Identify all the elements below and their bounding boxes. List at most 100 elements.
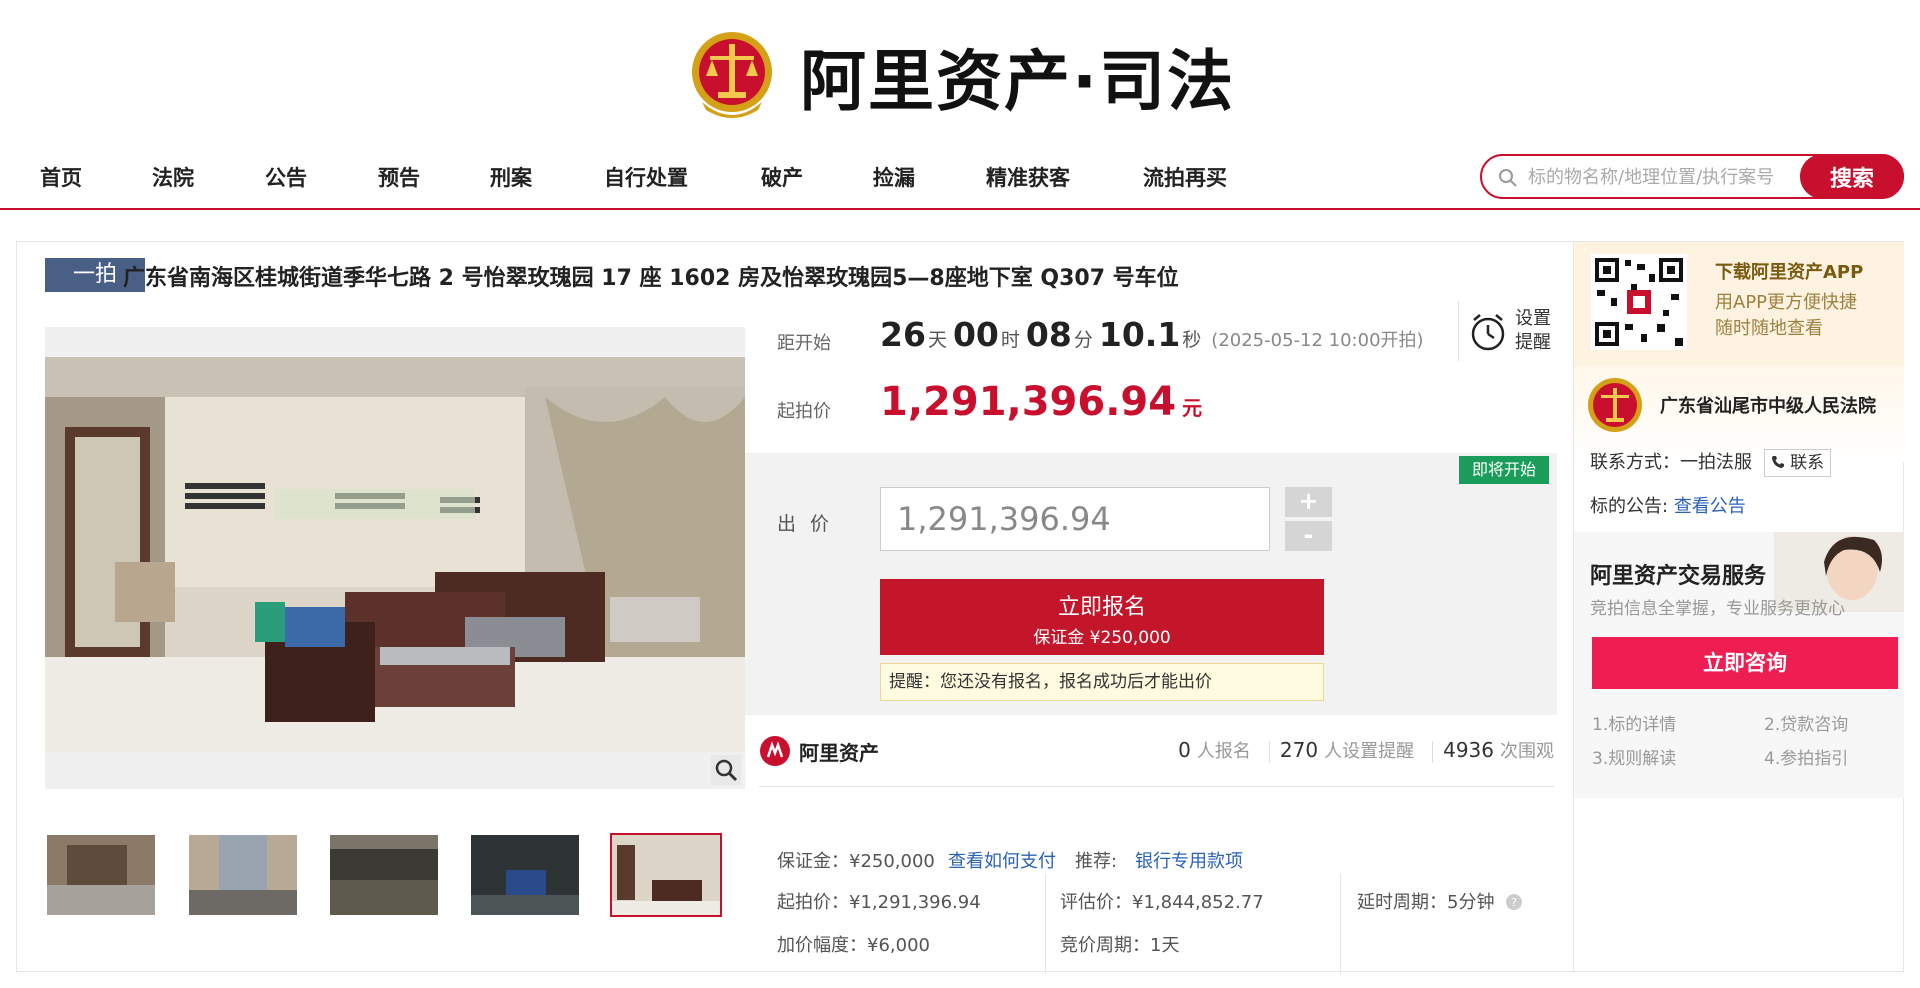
search-icon [1499,169,1517,187]
alarm-clock-icon [1471,314,1505,351]
court-emblem-icon [692,32,772,118]
start-time-note: (2025-05-12 10:00开拍) [1211,330,1424,351]
nav-rebuy[interactable]: 流拍再买 [1143,162,1227,192]
signup-label: 立即报名 [1057,595,1146,620]
trading-service-box: 阿里资产交易服务 竞拍信息全掌握，专业服务更放心 立即咨询 1.标的详情 2.贷… [1574,532,1904,798]
signup-tip: 提醒：您还没有报名，报名成功后才能出价 [880,663,1324,701]
consult-button[interactable]: 立即咨询 [1592,637,1898,689]
thumbnail-image [612,835,720,915]
service-link-loan[interactable]: 2.贷款咨询 [1764,710,1848,735]
qr-code-icon [1591,254,1687,350]
set-reminder-button[interactable]: 设置提醒 [1458,301,1563,361]
nav-preview[interactable]: 预告 [378,162,420,192]
hour-unit: 时 [1000,329,1020,351]
delay-text: 延时周期：5分钟 [1357,892,1495,913]
view-count-label: 次围观 [1500,741,1554,762]
nav-self-disposal[interactable]: 自行处置 [604,162,688,192]
offer-price-input[interactable]: 1,291,396.94 [880,487,1270,551]
nav-precise-leads[interactable]: 精准获客 [986,162,1070,192]
court-name: 广东省汕尾市中级人民法院 [1660,396,1876,417]
thumbnail-image [189,835,297,915]
deposit-info: 保证金：¥250,000 [777,851,935,872]
thumbnail-image [471,835,579,915]
start-price-unit: 元 [1182,396,1203,420]
signup-button[interactable]: 立即报名 保证金 ¥250,000 [880,579,1324,655]
thumbnail[interactable] [187,833,299,917]
decrease-price-button[interactable]: - [1285,521,1332,551]
contact-label: 联系方式：一拍法服 [1590,452,1752,473]
search-input[interactable] [1528,162,1818,192]
thumbnail[interactable] [45,833,157,917]
countdown-label: 距开始 [777,333,831,354]
main-photo[interactable] [45,327,745,789]
signup-count-label: 人报名 [1196,741,1251,762]
sidebar: 下载阿里资产APP 用APP更方便快捷 随时随地查看 广东省汕尾市中级人民法院 … [1573,242,1904,971]
site-header: 阿里资产·司法 首页 法院 公告 预告 刑案 自行处置 破产 捡漏 精准获客 流… [0,0,1920,210]
offer-label: 出 价 [777,513,834,535]
help-icon[interactable]: ? [1506,894,1523,910]
thumbnail[interactable] [469,833,581,917]
nav-bankruptcy[interactable]: 破产 [761,162,803,192]
how-to-pay-link[interactable]: 查看如何支付 [948,847,1056,873]
signup-deposit: 保证金 ¥250,000 [1033,628,1171,648]
reminder-label: 设置提醒 [1515,308,1551,353]
nav-announcement[interactable]: 公告 [265,162,307,192]
service-link-rules[interactable]: 3.规则解读 [1592,744,1676,769]
countdown-days: 26 [880,315,926,354]
svg-text:?: ? [1511,896,1517,909]
notice-row: 标的公告: 查看公告 [1590,492,1746,518]
thumbnail[interactable] [328,833,440,917]
divider [1045,874,1046,974]
app-download-title: 下载阿里资产APP [1715,262,1864,283]
view-notice-link[interactable]: 查看公告 [1674,496,1746,517]
appraisal-info: 评估价：¥1,844,852.77 [1060,892,1264,913]
service-title: 阿里资产交易服务 [1590,564,1767,589]
brand-logo[interactable]: 阿里资产·司法 [688,26,1235,126]
countdown-minutes: 08 [1025,315,1072,354]
divider [1432,740,1434,763]
court-emblem-icon [1588,378,1642,432]
nav-criminal[interactable]: 刑案 [490,162,532,192]
ali-assets-logo-icon [760,736,790,766]
nav-court[interactable]: 法院 [152,162,194,192]
reminder-count-label: 人设置提醒 [1324,741,1415,762]
brand-name: 阿里资产·司法 [800,43,1236,120]
start-price-info: 起拍价：¥1,291,396.94 [777,892,981,913]
service-link-guide[interactable]: 4.参拍指引 [1764,744,1848,769]
participation-stats: 0 人报名 270 人设置提醒 4936 次围观 [1178,737,1554,763]
phone-icon [1771,456,1784,468]
bank-account-link[interactable]: 银行专用款项 [1135,847,1243,873]
thumbnail-active[interactable] [610,833,722,917]
increment-info: 加价幅度：¥6,000 [777,935,930,956]
reminder-count: 270 [1279,738,1319,762]
countdown-seconds: 10.1 [1098,315,1181,354]
search-button[interactable]: 搜索 [1800,154,1904,199]
search-bar: 搜索 [1480,154,1904,199]
auction-detail: 一拍 广东省南海区桂城街道季华七路 2 号怡翠玫瑰园 17 座 1602 房及怡… [16,241,1904,974]
service-subtitle: 竞拍信息全掌握，专业服务更放心 [1590,599,1845,619]
divider [1340,874,1341,974]
nav-bargain[interactable]: 捡漏 [873,162,915,192]
start-price: 1,291,396.94 元 [880,379,1202,425]
recommend-label: 推荐: [1075,851,1118,872]
increase-price-button[interactable]: + [1285,487,1332,517]
nav-home[interactable]: 首页 [40,162,82,192]
minute-unit: 分 [1073,329,1093,351]
countdown-timer: 26 天 00 时 08 分 10.1 秒 (2025-05-12 10:00开拍) [880,315,1424,354]
delay-info: 延时周期：5分钟 ? [1357,888,1523,914]
view-count: 4936 [1443,738,1494,762]
ali-assets-name: 阿里资产 [799,741,879,765]
day-unit: 天 [927,329,947,351]
stats-row: 阿里资产 0 人报名 270 人设置提醒 4936 次围观 [759,727,1554,787]
start-price-label: 起拍价 [777,401,831,422]
app-desc-line: 随时随地查看 [1715,318,1823,339]
thumbnail-strip [45,833,755,923]
contact-button[interactable]: 联系 [1763,449,1832,477]
status-badge: 即将开始 [1459,456,1549,484]
thumbnail-image [47,835,155,915]
zoom-button[interactable] [711,755,741,785]
living-room-photo [45,357,745,752]
service-link-item-details[interactable]: 1.标的详情 [1592,710,1676,735]
divider [1268,740,1270,763]
app-download-box[interactable]: 下载阿里资产APP 用APP更方便快捷 随时随地查看 [1574,242,1904,366]
